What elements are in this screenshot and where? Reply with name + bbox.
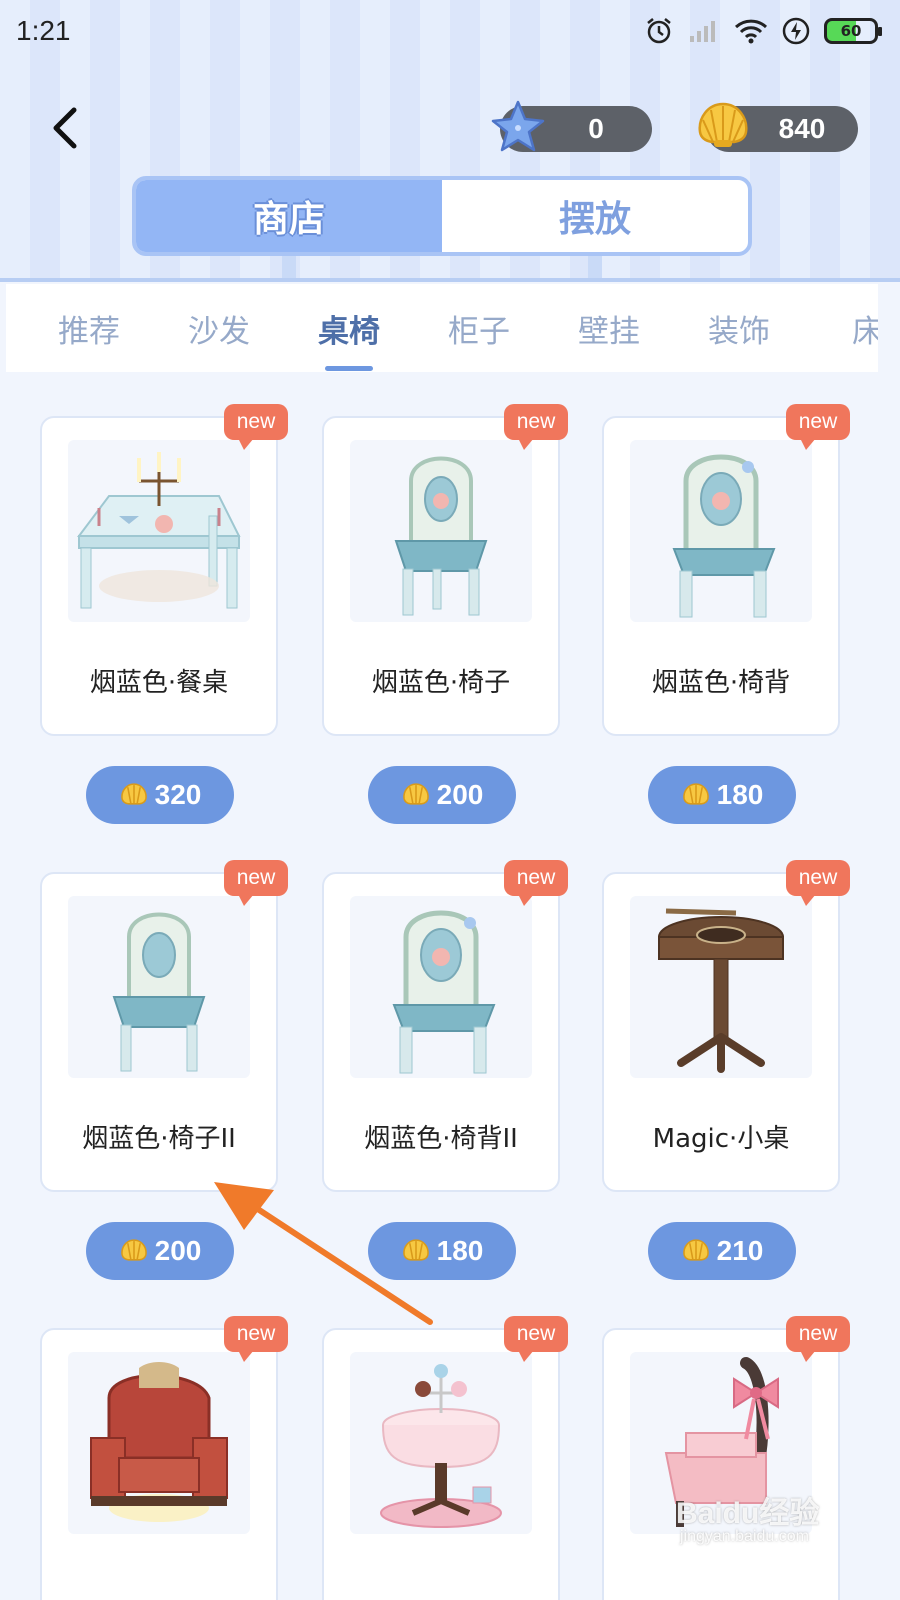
new-badge: new [786, 860, 850, 906]
item-name: 烟蓝色·椅背II [364, 1124, 518, 1154]
shell-icon [682, 1239, 709, 1261]
price-value: 200 [436, 779, 484, 810]
status-time: 1:21 [16, 15, 71, 46]
new-badge: new [224, 404, 288, 450]
item-card[interactable] [322, 1328, 560, 1600]
price-value: 320 [154, 779, 202, 810]
dessert-table-image [350, 1352, 532, 1534]
chair-back-image [350, 896, 532, 1078]
price-button[interactable]: 180 [648, 766, 796, 824]
new-badge: new [786, 404, 850, 450]
shell-counter: 840 [698, 102, 858, 152]
watermark-brand: Baidu经验 [676, 1497, 820, 1530]
tab-place[interactable]: 摆放 [442, 180, 748, 252]
category-active-indicator [325, 366, 373, 371]
starfish-count: 0 [588, 113, 604, 144]
item-card[interactable]: 烟蓝色·椅子II [40, 872, 278, 1192]
new-badge: new [224, 1316, 288, 1362]
item-name: 烟蓝色·椅子II [82, 1124, 236, 1154]
shell-icon [402, 783, 429, 805]
shell-icon [682, 783, 709, 805]
dining-table-image [68, 440, 250, 622]
new-badge: new [786, 1316, 850, 1362]
category-recommend[interactable]: 推荐 [58, 284, 120, 372]
tab-hanger-left [282, 256, 296, 278]
category-cabinets[interactable]: 柜子 [448, 284, 510, 372]
signal-icon [688, 18, 720, 44]
shell-icon [694, 98, 752, 159]
category-tables-chairs[interactable]: 桌椅 [318, 284, 380, 372]
shell-icon [120, 1239, 147, 1261]
item-card[interactable] [602, 1328, 840, 1600]
back-button[interactable] [40, 100, 90, 156]
chair-image [68, 896, 250, 1078]
category-sofa[interactable]: 沙发 [188, 284, 250, 372]
watermark-url: jingyan.baidu.com [680, 1528, 809, 1545]
category-beds[interactable]: 床 [852, 284, 878, 372]
price-value: 200 [154, 1235, 202, 1266]
item-card[interactable]: 烟蓝色·椅背 [602, 416, 840, 736]
item-card[interactable]: 烟蓝色·椅背II [322, 872, 560, 1192]
chair-back-image [630, 440, 812, 622]
chevron-left-icon [53, 107, 77, 149]
charging-icon [782, 17, 810, 45]
category-wall-hangings[interactable]: 壁挂 [578, 284, 640, 372]
new-badge: new [504, 860, 568, 906]
item-name: 烟蓝色·椅子 [371, 668, 511, 698]
tab-hanger-right [588, 256, 602, 278]
new-badge: new [504, 404, 568, 450]
new-badge: new [224, 860, 288, 906]
mode-tabs: 商店 摆放 [132, 176, 752, 256]
round-side-table-image [630, 896, 812, 1078]
status-icons: 60 [644, 16, 882, 46]
starfish-icon [488, 98, 548, 165]
item-card[interactable]: 烟蓝色·椅子 [322, 416, 560, 736]
price-value: 180 [436, 1235, 484, 1266]
item-name: 烟蓝色·餐桌 [89, 668, 229, 698]
price-button[interactable]: 210 [648, 1222, 796, 1280]
price-value: 210 [716, 1235, 764, 1266]
price-button[interactable]: 200 [368, 766, 516, 824]
item-name: 烟蓝色·椅背 [651, 668, 791, 698]
item-card[interactable]: 烟蓝色·餐桌 [40, 416, 278, 736]
price-button[interactable]: 200 [86, 1222, 234, 1280]
tab-shop[interactable]: 商店 [136, 180, 442, 252]
category-bar: 推荐 沙发 桌椅 柜子 壁挂 装饰 床 [6, 284, 878, 372]
battery-icon: 60 [824, 18, 882, 44]
wifi-icon [734, 18, 768, 44]
chair-image [350, 440, 532, 622]
shell-icon [120, 783, 147, 805]
price-value: 180 [716, 779, 764, 810]
item-card[interactable] [40, 1328, 278, 1600]
starfish-counter: 0 [491, 100, 652, 152]
price-button[interactable]: 180 [368, 1222, 516, 1280]
price-button[interactable]: 320 [86, 766, 234, 824]
item-name: Magic·小桌 [652, 1124, 790, 1154]
shell-icon [402, 1239, 429, 1261]
status-bar: 1:21 60 [0, 0, 900, 62]
red-armchair-image [68, 1352, 250, 1534]
alarm-icon [644, 16, 674, 46]
category-decorations[interactable]: 装饰 [708, 284, 770, 372]
item-card[interactable]: Magic·小桌 [602, 872, 840, 1192]
new-badge: new [504, 1316, 568, 1362]
